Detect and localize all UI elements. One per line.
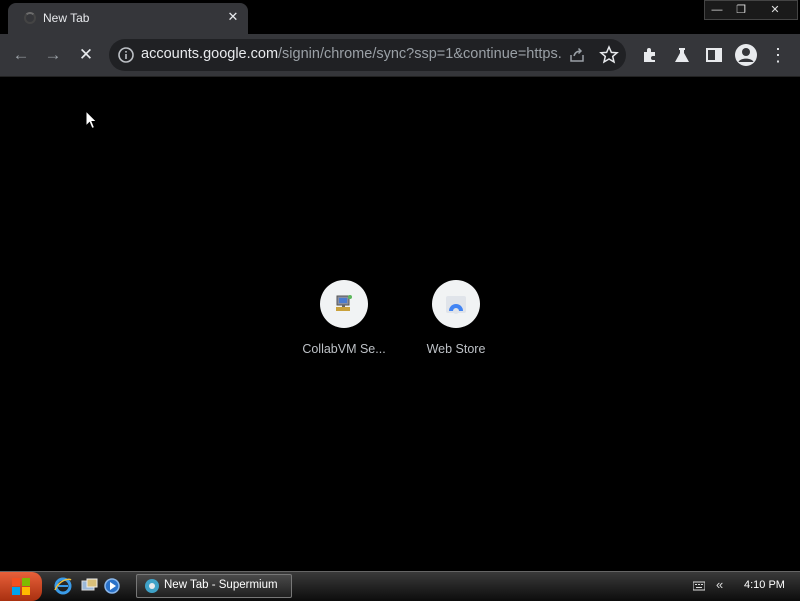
- taskbar-task-supermium[interactable]: New Tab - Supermium: [136, 574, 292, 598]
- shortcut-icon-circle: [320, 280, 368, 328]
- url-text[interactable]: accounts.google.com/signin/chrome/sync?s…: [141, 46, 561, 62]
- menu-icon[interactable]: ⋮: [765, 42, 791, 68]
- tab-new-tab[interactable]: New Tab ✕: [8, 3, 248, 34]
- mouse-cursor-icon: [85, 110, 98, 130]
- title-bar: New Tab ✕ — ❐ ✕: [0, 0, 800, 34]
- profile-icon[interactable]: [734, 43, 758, 67]
- media-player-icon[interactable]: [102, 576, 122, 596]
- browser-toolbar: ← → ✕ accounts.google.com/signin/chrome/…: [0, 34, 800, 77]
- minimize-button[interactable]: —: [705, 1, 729, 19]
- side-panel-icon[interactable]: [705, 46, 723, 64]
- keyboard-icon[interactable]: [693, 580, 705, 592]
- address-bar[interactable]: accounts.google.com/signin/chrome/sync?s…: [109, 39, 626, 71]
- shortcut-label: Web Store: [426, 342, 486, 356]
- tab-title: New Tab: [43, 11, 90, 25]
- shortcut-tile[interactable]: Web Store: [400, 280, 512, 356]
- taskbar: New Tab - Supermium « 4:10 PM: [0, 571, 800, 601]
- internet-explorer-icon[interactable]: [53, 576, 73, 596]
- url-path: /signin/chrome/sync?ssp=1&continue=https…: [278, 46, 561, 62]
- new-tab-page: CollabVM Se... Web Store: [0, 77, 800, 571]
- shortcut-label: CollabVM Se...: [302, 342, 386, 356]
- supermium-icon: [145, 579, 159, 593]
- stop-button[interactable]: ✕: [73, 42, 99, 68]
- extensions-icon[interactable]: [641, 46, 659, 64]
- web-store-icon: [446, 296, 466, 314]
- restore-button[interactable]: ❐: [729, 1, 753, 19]
- shortcut-tile[interactable]: CollabVM Se...: [288, 280, 400, 356]
- shortcut-icon-circle: [432, 280, 480, 328]
- show-desktop-icon[interactable]: [79, 576, 99, 596]
- collabvm-icon: [336, 295, 352, 311]
- windows-logo-icon: [12, 578, 30, 595]
- back-button[interactable]: ←: [8, 42, 34, 68]
- url-host: accounts.google.com: [141, 46, 279, 62]
- clock[interactable]: 4:10 PM: [744, 579, 785, 591]
- labs-icon[interactable]: [673, 46, 691, 64]
- forward-button[interactable]: →: [40, 42, 66, 68]
- loading-spinner-icon: [24, 12, 36, 24]
- taskbar-task-label: New Tab - Supermium: [164, 579, 278, 591]
- start-button[interactable]: [0, 572, 42, 601]
- close-window-button[interactable]: ✕: [763, 1, 787, 19]
- star-icon[interactable]: [599, 45, 619, 65]
- window-controls: — ❐ ✕: [704, 0, 798, 20]
- tab-close-button[interactable]: ✕: [224, 8, 242, 26]
- info-icon[interactable]: [117, 46, 135, 64]
- tray-expand-chevron-icon[interactable]: «: [716, 577, 723, 592]
- share-icon[interactable]: [568, 46, 586, 64]
